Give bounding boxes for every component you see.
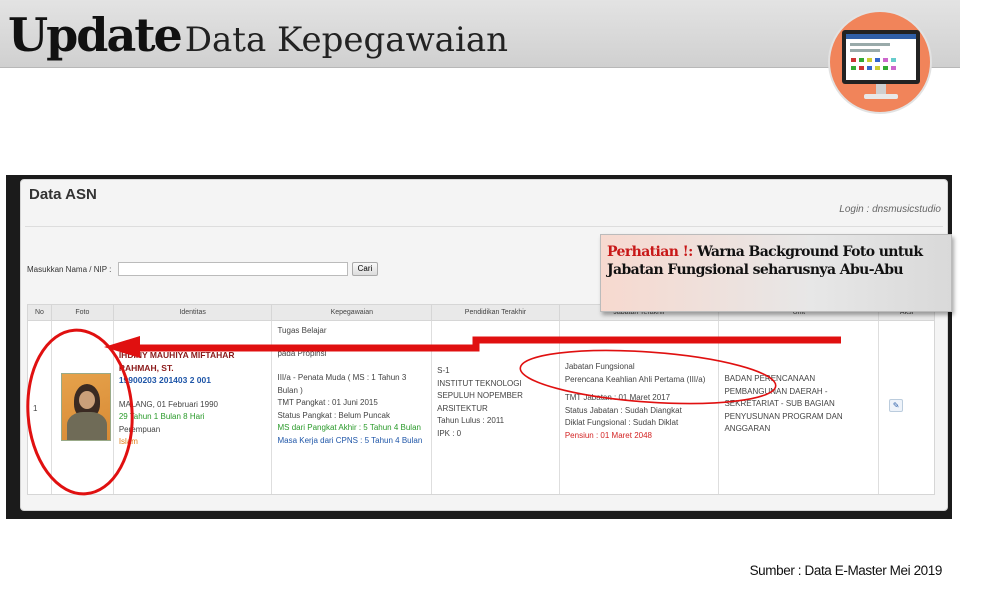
screenshot-panel: Data ASN Login : dnsmusicstudio Masukkan… [6,175,952,519]
education-institution: INSTITUT TEKNOLOGI SEPULUH NOPEMBER [437,378,523,401]
employment-ms-rank: MS dari Pangkat Akhir : 5 Tahun 4 Bulan [277,423,421,432]
page-title: Update Data Kepegawaian [8,8,508,62]
employment-golongan: III/a - Penata Muda ( MS : 1 Tahun 3 Bul… [277,373,407,395]
column-header: Identitas [114,305,273,320]
employment-status: Tugas Belajar [277,326,327,335]
cell-foto [52,321,114,494]
employee-gender: Perempuan [118,424,161,434]
search-label: Masukkan Nama / NIP : [27,265,112,274]
position-tmt: TMT Jabatan : 01 Maret 2017 [564,393,671,402]
search-input[interactable] [118,262,348,276]
cell-pendidikan: S-1 INSTITUT TEKNOLOGI SEPULUH NOPEMBER … [432,321,560,494]
login-info: Login : dnsmusicstudio [839,204,941,215]
source-caption: Sumber : Data E-Master Mei 2019 [749,563,943,578]
position-retirement: Pensiun : 01 Maret 2048 [564,430,652,440]
education-major: ARSITEKTUR [437,403,488,413]
cell-jabatan: Jabatan Fungsional Perencana Keahlian Ah… [560,321,720,494]
column-header: Pendidikan Terakhir [432,305,560,320]
cell-kepegawaian: Tugas Belajar pada Propinsi III/a - Pena… [272,321,433,494]
warning-text: Perhatian !: Warna Background Foto untuk… [607,243,945,279]
employment-tmt: TMT Pangkat : 01 Juni 2015 [277,398,378,407]
row-number: 1 [33,404,38,413]
edit-icon[interactable]: ✎ [889,399,904,412]
search-button[interactable]: Cari [352,262,378,276]
warning-label: Perhatian !: [607,244,693,260]
app-window: Data ASN Login : dnsmusicstudio Masukkan… [20,179,948,511]
title-bar: Update Data Kepegawaian [0,0,960,68]
monitor-base [864,94,898,99]
app-title: Data ASN [29,186,97,203]
position-status: Status Jabatan : Sudah Diangkat [564,405,682,415]
employment-service: Masa Kerja dari CPNS : 5 Tahun 4 Bulan [277,435,423,445]
employee-religion: Islam [118,437,138,446]
cell-unit: BADAN PERENCANAAN PEMBANGUNAN DAERAH - S… [719,321,880,494]
employee-photo[interactable] [60,373,111,441]
cell-aksi: ✎ [879,321,934,494]
table-row: 1 IHDINY MAUHIYA MIFTAHAR RAHMAH, ST. 19… [27,321,935,495]
employee-age: 29 Tahun 1 Bulan 8 Hari [118,412,205,421]
monitor-screen [846,34,916,80]
title-strong: Update [8,8,183,62]
employee-birth: MALANG, 01 Februari 1990 [118,399,218,409]
column-header: Foto [52,305,114,320]
education-gpa: IPK : 0 [437,428,462,438]
divider [25,226,943,227]
column-header: No [28,305,52,320]
warning-note: Perhatian !: Warna Background Foto untuk… [600,234,952,312]
cell-no: 1 [28,321,52,494]
employee-nip: 19900203 201403 2 001 [118,375,211,385]
employee-name: IHDINY MAUHIYA MIFTAHAR RAHMAH, ST. [118,350,235,373]
education-level: S-1 [437,366,450,375]
monitor-icon [828,10,932,114]
cell-identitas: IHDINY MAUHIYA MIFTAHAR RAHMAH, ST. 1990… [114,321,273,494]
column-header: Kepegawaian [272,305,433,320]
education-graduation: Tahun Lulus : 2011 [437,416,505,425]
title-light: Data Kepegawaian [184,20,508,60]
position-type: Jabatan Fungsional [564,362,635,371]
position-name: Perencana Keahlian Ahli Pertama (III/a) [564,374,706,384]
employment-unit: pada Propinsi [277,348,327,358]
unit-name: BADAN PERENCANAAN PEMBANGUNAN DAERAH - S… [724,374,843,433]
monitor-frame [842,30,920,84]
employment-rank-status: Status Pangkat : Belum Puncak [277,410,390,420]
position-training: Diklat Fungsional : Sudah Diklat [564,418,679,427]
monitor-neck [876,84,886,94]
